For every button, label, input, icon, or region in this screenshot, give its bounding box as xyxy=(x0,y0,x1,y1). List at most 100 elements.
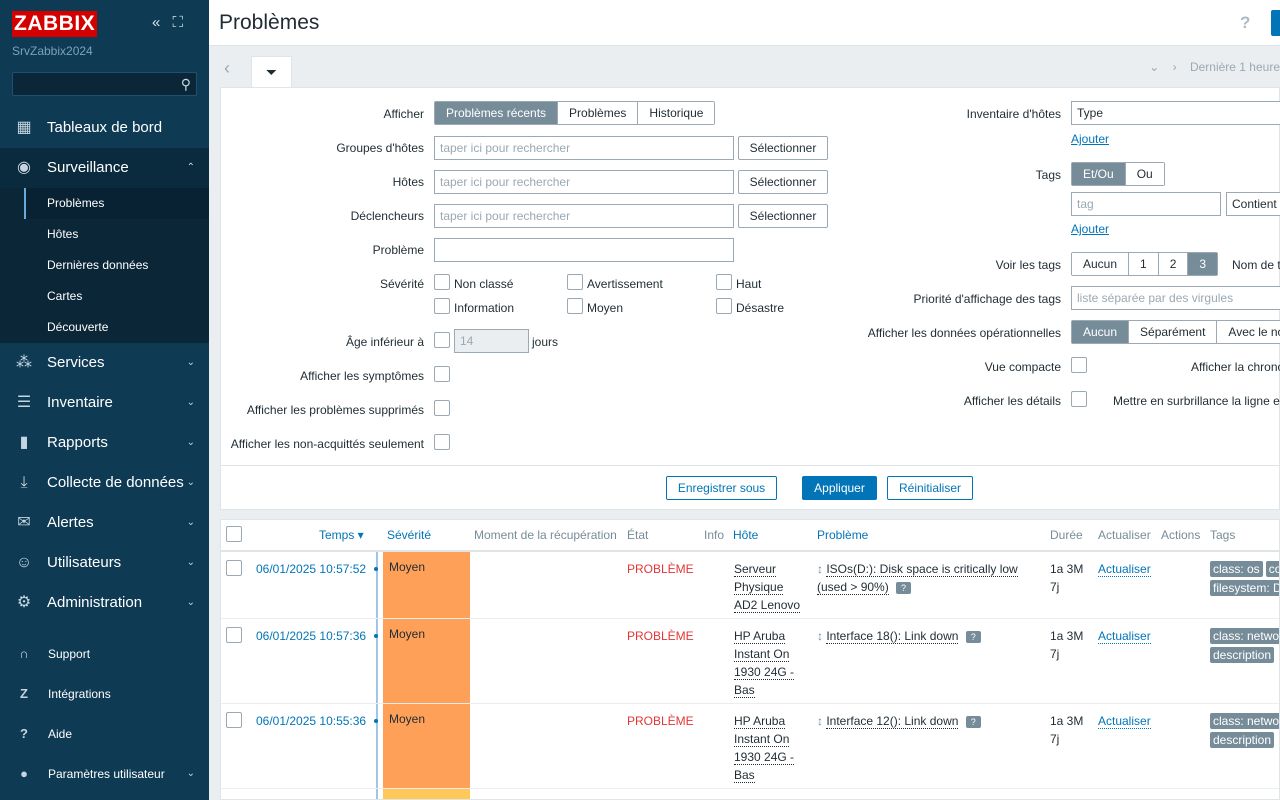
tag-badge[interactable]: description xyxy=(1210,732,1275,748)
zabbix-logo[interactable]: ZABBIX xyxy=(12,11,98,37)
show-option-history[interactable]: Historique xyxy=(637,102,715,124)
problem-input[interactable] xyxy=(434,238,734,262)
collapse-sidebar-icon[interactable]: « xyxy=(152,14,160,31)
submenu-item-maps[interactable]: Cartes xyxy=(0,281,209,312)
show-tags-none[interactable]: Aucun xyxy=(1072,253,1129,275)
show-details-checkbox[interactable] xyxy=(1071,391,1087,407)
show-option-recent[interactable]: Problèmes récents xyxy=(435,102,558,124)
update-link[interactable]: Actualiser xyxy=(1098,627,1151,645)
severity-average-checkbox[interactable] xyxy=(567,298,583,314)
tag-name-input[interactable]: tag xyxy=(1071,192,1221,216)
row-time-link[interactable]: 06/01/2025 10:55:36 xyxy=(256,712,366,730)
severity-disaster-checkbox[interactable] xyxy=(716,298,732,314)
triggers-select-button[interactable]: Sélectionner xyxy=(738,204,828,228)
row-time-link[interactable]: 06/01/2025 10:57:36 xyxy=(256,627,366,645)
show-tags-2[interactable]: 2 xyxy=(1157,253,1188,275)
tag-badge[interactable]: co xyxy=(1265,561,1279,577)
compact-view-checkbox[interactable] xyxy=(1071,357,1087,373)
hosts-input[interactable]: taper ici pour rechercher xyxy=(434,170,734,194)
menu-item-integrations[interactable]: Z Intégrations xyxy=(0,674,209,714)
submenu-item-latest-data[interactable]: Dernières données xyxy=(0,250,209,281)
age-input[interactable]: 14 xyxy=(454,329,529,353)
submenu-item-discovery[interactable]: Découverte xyxy=(0,312,209,343)
chevron-left-icon[interactable]: ‹ xyxy=(224,58,230,79)
severity-high-checkbox[interactable] xyxy=(716,274,732,290)
tag-badge[interactable]: class: os xyxy=(1210,561,1263,577)
time-period-tab[interactable]: Dernière 1 heure xyxy=(1190,60,1280,74)
kiosk-mode-icon[interactable]: ⛶ xyxy=(173,14,184,31)
row-checkbox[interactable] xyxy=(226,560,242,576)
tag-priority-input[interactable]: liste séparée par des virgules xyxy=(1071,286,1280,310)
menu-item-dashboards[interactable]: ▦ Tableaux de bord xyxy=(0,108,209,148)
show-tags-3[interactable]: 3 xyxy=(1187,253,1218,275)
show-option-problems[interactable]: Problèmes xyxy=(557,102,638,124)
age-checkbox[interactable] xyxy=(434,332,450,348)
tag-badge[interactable]: class: networ xyxy=(1210,628,1279,644)
column-host[interactable]: Hôte xyxy=(733,528,758,542)
menu-item-user-settings[interactable]: ● Paramètres utilisateur ⌄ xyxy=(0,754,209,794)
header-action-button[interactable] xyxy=(1271,10,1280,36)
help-icon[interactable]: ? xyxy=(1240,13,1250,33)
menu-item-support[interactable]: ∩ Support xyxy=(0,634,209,674)
menu-item-inventory[interactable]: ☰ Inventaire ⌄ xyxy=(0,383,209,423)
operational-with-name[interactable]: Avec le no xyxy=(1216,321,1280,343)
severity-warning-checkbox[interactable] xyxy=(567,274,583,290)
column-problem[interactable]: Problème xyxy=(817,528,868,542)
tags-option-and-or[interactable]: Et/Ou xyxy=(1072,163,1125,185)
show-symptoms-checkbox[interactable] xyxy=(434,366,450,382)
hosts-select-button[interactable]: Sélectionner xyxy=(738,170,828,194)
operational-separately[interactable]: Séparément xyxy=(1128,321,1217,343)
tags-add-link[interactable]: Ajouter xyxy=(1071,222,1109,236)
menu-item-help[interactable]: ? Aide xyxy=(0,714,209,754)
row-checkbox[interactable] xyxy=(226,627,242,643)
row-time-link[interactable]: 06/01/2025 10:57:52 xyxy=(256,560,366,578)
save-as-button[interactable]: Enregistrer sous xyxy=(666,476,777,500)
update-link[interactable]: Actualiser xyxy=(1098,712,1151,730)
sidebar-search-input[interactable]: ⚲ xyxy=(12,72,197,96)
column-severity[interactable]: Sévérité xyxy=(387,528,431,542)
host-link[interactable]: HP Aruba Instant On 1930 24G - Bas xyxy=(734,627,809,699)
tag-badge[interactable]: description xyxy=(1210,647,1275,663)
host-groups-input[interactable]: taper ici pour rechercher xyxy=(434,136,734,160)
menu-item-administration[interactable]: ⚙ Administration ⌄ xyxy=(0,583,209,623)
chevron-down-icon[interactable]: ⌄ xyxy=(1149,60,1159,74)
host-inventory-select[interactable]: Type xyxy=(1071,101,1280,125)
submenu-item-hosts[interactable]: Hôtes xyxy=(0,219,209,250)
tag-operator-select[interactable]: Contient xyxy=(1226,192,1280,216)
problem-link[interactable]: ↕ Interface 18(): Link down ? xyxy=(817,627,1042,645)
tags-option-or[interactable]: Ou xyxy=(1124,163,1164,185)
update-link[interactable]: Actualiser xyxy=(1098,560,1151,578)
host-link[interactable]: Serveur Physique AD2 Lenovo xyxy=(734,560,809,614)
unacknowledged-checkbox[interactable] xyxy=(434,434,450,450)
apply-button[interactable]: Appliquer xyxy=(802,476,877,500)
menu-item-data-collection[interactable]: ⤓ Collecte de données ⌄ xyxy=(0,463,209,503)
filter-tab[interactable]: ⏷ xyxy=(251,56,292,88)
problem-link[interactable]: ↕ ISOs(D:): Disk space is critically low… xyxy=(817,560,1042,596)
menu-item-monitoring[interactable]: ◉ Surveillance ⌃ xyxy=(0,148,209,188)
severity-not-classified-checkbox[interactable] xyxy=(434,274,450,290)
problem-link[interactable]: ↕ Interface 12(): Link down ? xyxy=(817,712,1042,730)
description-icon[interactable]: ? xyxy=(965,715,981,728)
host-link[interactable]: HP Aruba Instant On 1930 24G - Bas xyxy=(734,712,809,784)
select-all-checkbox[interactable] xyxy=(226,526,242,542)
description-icon[interactable]: ? xyxy=(896,581,912,594)
chevron-right-icon[interactable]: › xyxy=(1173,60,1177,74)
column-time[interactable]: Temps ▾ xyxy=(319,528,364,542)
row-checkbox[interactable] xyxy=(226,712,242,728)
host-groups-select-button[interactable]: Sélectionner xyxy=(738,136,828,160)
tag-badge[interactable]: class: networ xyxy=(1210,713,1279,729)
host-inventory-add-link[interactable]: Ajouter xyxy=(1071,132,1109,146)
menu-item-reports[interactable]: ▮ Rapports ⌄ xyxy=(0,423,209,463)
menu-item-services[interactable]: ⁂ Services ⌄ xyxy=(0,343,209,383)
tag-badge[interactable]: filesystem: D xyxy=(1210,580,1279,596)
search-icon[interactable]: ⚲ xyxy=(181,76,191,93)
show-suppressed-checkbox[interactable] xyxy=(434,400,450,416)
operational-none[interactable]: Aucun xyxy=(1072,321,1129,343)
reset-button[interactable]: Réinitialiser xyxy=(887,476,973,500)
submenu-item-problems[interactable]: Problèmes xyxy=(0,188,209,219)
triggers-input[interactable]: taper ici pour rechercher xyxy=(434,204,734,228)
description-icon[interactable]: ? xyxy=(965,630,981,643)
menu-item-users[interactable]: ☺ Utilisateurs ⌄ xyxy=(0,543,209,583)
severity-information-checkbox[interactable] xyxy=(434,298,450,314)
menu-item-alerts[interactable]: ✉ Alertes ⌄ xyxy=(0,503,209,543)
